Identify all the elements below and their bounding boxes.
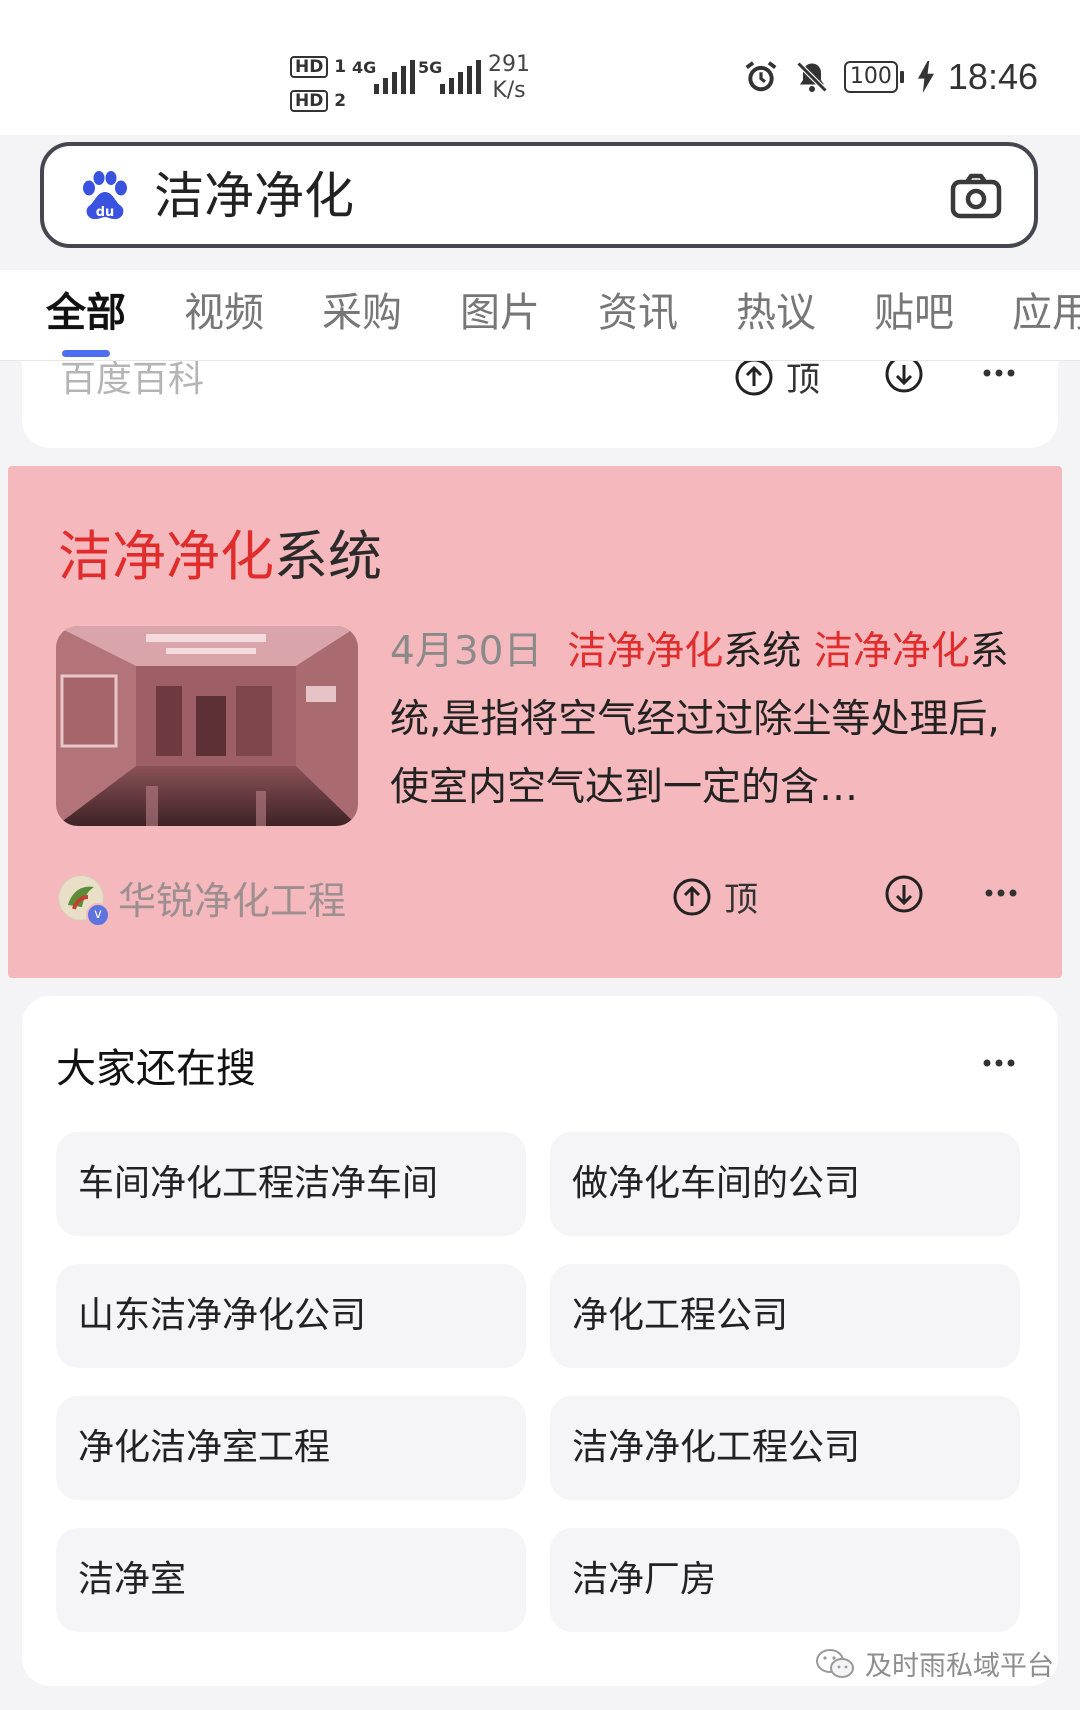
- tab-images[interactable]: 图片: [460, 280, 540, 338]
- status-bar: HD 1 HD 2 4G 5G 291 K/s 100 18:46: [0, 0, 1080, 135]
- search-input[interactable]: [154, 156, 854, 236]
- title-highlight: 洁净净化: [58, 525, 274, 588]
- speed-value: 291: [488, 52, 530, 77]
- title-rest: 系统: [274, 525, 382, 588]
- related-search-chip[interactable]: 做净化车间的公司: [550, 1132, 1020, 1236]
- charging-icon: [917, 61, 934, 93]
- upvote-label: 顶: [724, 880, 758, 920]
- also-search-card: 大家还在搜 车间净化工程洁净车间 做净化车间的公司 山东洁净净化公司 净化工程公…: [22, 996, 1058, 1686]
- result-source-row[interactable]: v 华锐净化工程: [58, 870, 346, 927]
- result-thumbnail[interactable]: [56, 626, 358, 826]
- wechat-icon: [816, 1648, 854, 1678]
- upvote-button[interactable]: 顶: [672, 872, 758, 921]
- tab-video[interactable]: 视频: [184, 280, 264, 338]
- snippet-highlight-2: 洁净净化: [813, 629, 970, 674]
- cleanroom-image: [56, 626, 358, 826]
- chip-label: 洁净室: [78, 1559, 187, 1600]
- also-search-title: 大家还在搜: [56, 1046, 256, 1092]
- chip-label: 山东洁净净化公司: [78, 1295, 367, 1336]
- tab-news[interactable]: 资讯: [598, 280, 678, 338]
- snippet-highlight-1: 洁净净化: [567, 629, 724, 674]
- camera-icon[interactable]: [948, 168, 1004, 224]
- chip-label: 净化洁净室工程: [78, 1427, 331, 1468]
- network-5g-label: 5G: [418, 58, 443, 77]
- svg-text:du: du: [96, 205, 115, 220]
- alarm-icon: [745, 61, 777, 92]
- search-bar[interactable]: du: [40, 142, 1038, 248]
- more-icon[interactable]: [984, 888, 1018, 898]
- related-search-chip[interactable]: 山东洁净净化公司: [56, 1264, 526, 1368]
- more-icon[interactable]: [982, 1058, 1016, 1068]
- network-speed: 291 K/s: [488, 52, 530, 104]
- battery-icon: 100: [843, 61, 904, 93]
- status-right-group: 100 18:46: [742, 56, 1038, 98]
- related-search-chip[interactable]: 净化洁净室工程: [56, 1396, 526, 1500]
- chip-label: 净化工程公司: [572, 1295, 789, 1336]
- related-search-chip[interactable]: 净化工程公司: [550, 1264, 1020, 1368]
- result-snippet[interactable]: 4月30日 洁净净化系统 洁净净化系统,是指将空气经过过除尘等处理后,使室内空气…: [390, 618, 1010, 822]
- battery-level: 100: [843, 61, 898, 93]
- signal-bars-5g-icon: [440, 60, 481, 94]
- result-source-name[interactable]: 华锐净化工程: [118, 870, 346, 925]
- signal-bars-4g-icon: [374, 60, 415, 94]
- related-search-chip[interactable]: 洁净净化工程公司: [550, 1396, 1020, 1500]
- chip-label: 洁净厂房: [572, 1559, 717, 1600]
- tab-apps[interactable]: 应用: [1012, 280, 1080, 338]
- chip-label: 做净化车间的公司: [572, 1163, 861, 1204]
- sim2-label: 2: [334, 91, 347, 111]
- tab-discussion[interactable]: 热议: [736, 280, 816, 338]
- related-search-chip[interactable]: 车间净化工程洁净车间: [56, 1132, 526, 1236]
- downvote-icon[interactable]: [884, 874, 924, 914]
- tab-all[interactable]: 全部: [46, 280, 126, 338]
- chip-label: 洁净净化工程公司: [572, 1427, 861, 1468]
- tab-purchase[interactable]: 采购: [322, 280, 402, 338]
- related-search-chip[interactable]: 洁净室: [56, 1528, 526, 1632]
- clock-time: 18:46: [947, 56, 1038, 97]
- hd2-label: HD: [290, 90, 329, 112]
- watermark: 及时雨私域平台: [815, 1644, 1054, 1683]
- chip-label: 车间净化工程洁净车间: [78, 1163, 439, 1204]
- highlighted-result-card[interactable]: 洁净净化系统 4月30日 洁净净化系统 洁净净化系统,是指将空气经过过除尘等处理…: [8, 466, 1062, 978]
- upvote-icon: [673, 878, 711, 915]
- snippet-text-1: 系统: [723, 629, 802, 674]
- hd1-label: HD: [290, 56, 329, 78]
- tab-tieba[interactable]: 贴吧: [874, 280, 954, 338]
- watermark-text: 及时雨私域平台: [865, 1651, 1054, 1682]
- result-title[interactable]: 洁净净化系统: [58, 512, 382, 591]
- snippet-date: 4月30日: [390, 629, 543, 674]
- network-4g-label: 4G: [352, 58, 377, 77]
- related-search-chip[interactable]: 洁净厂房: [550, 1528, 1020, 1632]
- source-avatar: v: [58, 874, 110, 927]
- verified-badge-icon: v: [86, 902, 110, 927]
- more-icon[interactable]: [982, 368, 1016, 378]
- active-tab-indicator: [62, 350, 110, 357]
- hd-indicators: HD 1 HD 2: [290, 50, 346, 118]
- sim1-label: 1: [334, 57, 347, 77]
- mute-icon: [796, 61, 828, 93]
- upvote-icon: [735, 358, 773, 395]
- baidu-paw-icon[interactable]: du: [78, 170, 130, 222]
- search-tabs: 全部 视频 采购 图片 资讯 热议 贴吧 应用: [0, 270, 1080, 361]
- speed-unit: K/s: [492, 78, 526, 103]
